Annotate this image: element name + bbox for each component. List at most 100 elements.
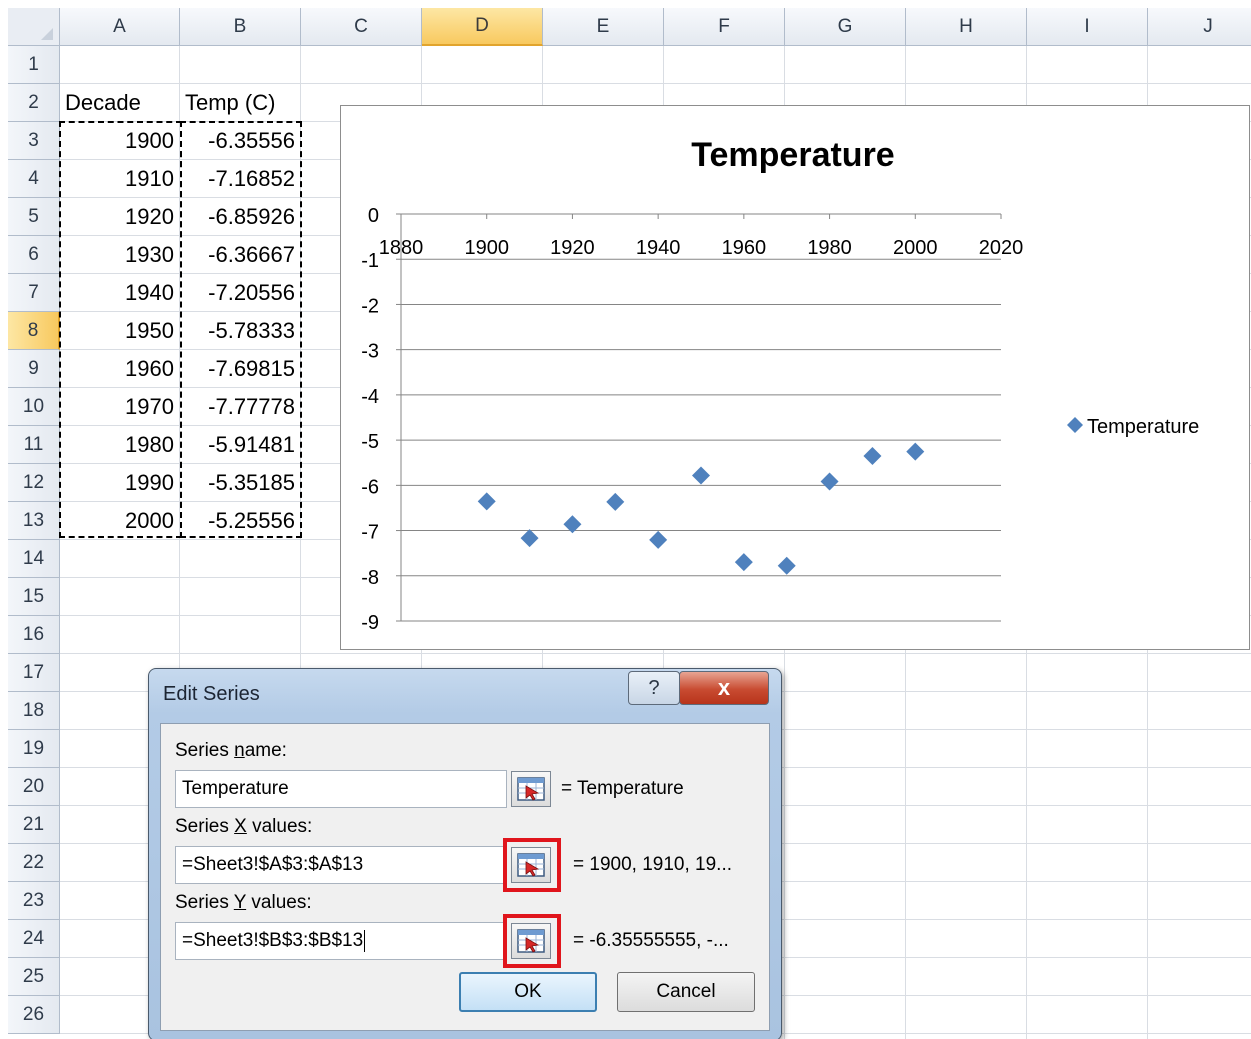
series-name-collapse-button[interactable] xyxy=(511,771,551,807)
series-y-collapse-button[interactable] xyxy=(511,923,551,959)
close-button[interactable]: x xyxy=(679,671,769,705)
row-header-16[interactable]: 16 xyxy=(8,616,60,654)
cell-b11[interactable]: -5.91481 xyxy=(180,426,301,464)
row-header-11[interactable]: 11 xyxy=(8,426,60,464)
cell-b2[interactable]: Temp (C) xyxy=(180,84,301,122)
select-all-corner[interactable] xyxy=(8,8,60,46)
column-header-i[interactable]: I xyxy=(1027,8,1148,46)
ok-button[interactable]: OK xyxy=(459,972,597,1012)
data-point-marker xyxy=(477,492,496,511)
y-tick-label: -8 xyxy=(361,567,379,589)
row-header-9[interactable]: 9 xyxy=(8,350,60,388)
x-tick-label: 1940 xyxy=(636,237,681,259)
column-header-d[interactable]: D xyxy=(422,8,543,46)
series-x-input[interactable]: =Sheet3!$A$3:$A$13 xyxy=(175,846,507,884)
data-point-marker xyxy=(692,466,710,485)
dialog-body: Series name: Temperature = Temperature S xyxy=(160,723,770,1031)
row-header-2[interactable]: 2 xyxy=(8,84,60,122)
cell-b3[interactable]: -6.35556 xyxy=(180,122,301,160)
y-tick-label: -5 xyxy=(361,431,379,453)
row-header-26[interactable]: 26 xyxy=(8,996,60,1034)
row-header-14[interactable]: 14 xyxy=(8,540,60,578)
row-header-1[interactable]: 1 xyxy=(8,46,60,84)
column-header-e[interactable]: E xyxy=(543,8,664,46)
data-point-marker xyxy=(777,556,796,575)
cell-a6[interactable]: 1930 xyxy=(60,236,180,274)
cell-b7[interactable]: -7.20556 xyxy=(180,274,301,312)
cell-a5[interactable]: 1920 xyxy=(60,198,180,236)
series-y-preview: = -6.35555555, -... xyxy=(573,930,729,951)
cell-b6[interactable]: -6.36667 xyxy=(180,236,301,274)
cell-a12[interactable]: 1990 xyxy=(60,464,180,502)
series-name-input[interactable]: Temperature xyxy=(175,770,507,808)
row-header-7[interactable]: 7 xyxy=(8,274,60,312)
series-y-input[interactable]: =Sheet3!$B$3:$B$13 xyxy=(175,922,507,960)
data-point-marker xyxy=(906,442,925,461)
data-point-marker xyxy=(520,529,539,548)
help-button[interactable]: ? xyxy=(628,671,680,705)
row-header-13[interactable]: 13 xyxy=(8,502,60,540)
y-tick-label: -4 xyxy=(361,386,379,408)
cancel-button[interactable]: Cancel xyxy=(617,972,755,1012)
data-point-marker xyxy=(820,472,839,491)
row-header-20[interactable]: 20 xyxy=(8,768,60,806)
spreadsheet-grid[interactable]: ABCDEFGHIJ 1 2 3 4 5 6 7 8 9 10 11 12 13 14 15 16 17 18 19… xyxy=(8,8,1251,1039)
edit-series-dialog[interactable]: Edit Series ? x Series name: Temperature xyxy=(148,668,782,1039)
row-header-21[interactable]: 21 xyxy=(8,806,60,844)
range-select-icon xyxy=(517,929,545,953)
scatter-chart[interactable]: Temperature 0 -1 -2 -3 -4 -5 -6 -7 -8 -9 1880 1900 19… xyxy=(340,105,1250,650)
cell-a13[interactable]: 2000 xyxy=(60,502,180,540)
cell-b13[interactable]: -5.25556 xyxy=(180,502,301,540)
row-header-12[interactable]: 12 xyxy=(8,464,60,502)
row-header-23[interactable]: 23 xyxy=(8,882,60,920)
row-header-15[interactable]: 15 xyxy=(8,578,60,616)
cell-a7[interactable]: 1940 xyxy=(60,274,180,312)
cell-a4[interactable]: 1910 xyxy=(60,160,180,198)
x-tick-label: 1960 xyxy=(722,237,767,259)
row-header-24[interactable]: 24 xyxy=(8,920,60,958)
cell-a10[interactable]: 1970 xyxy=(60,388,180,426)
series-x-collapse-button[interactable] xyxy=(511,847,551,883)
cell-a9[interactable]: 1960 xyxy=(60,350,180,388)
data-point-marker xyxy=(863,447,882,466)
y-tick-label: -9 xyxy=(361,612,379,634)
row-header-10[interactable]: 10 xyxy=(8,388,60,426)
row-header-18[interactable]: 18 xyxy=(8,692,60,730)
row-header-6[interactable]: 6 xyxy=(8,236,60,274)
column-header-j[interactable]: J xyxy=(1148,8,1251,46)
cell-b10[interactable]: -7.77778 xyxy=(180,388,301,426)
close-icon: x xyxy=(717,675,731,700)
cell-a2[interactable]: Decade xyxy=(60,84,180,122)
column-header-a[interactable]: A xyxy=(60,8,180,46)
row-header-5[interactable]: 5 xyxy=(8,198,60,236)
row-header-17[interactable]: 17 xyxy=(8,654,60,692)
cell-b8[interactable]: -5.78333 xyxy=(180,312,301,350)
cell-b12[interactable]: -5.35185 xyxy=(180,464,301,502)
cell-a11[interactable]: 1980 xyxy=(60,426,180,464)
data-point-marker xyxy=(734,553,753,572)
row-header-22[interactable]: 22 xyxy=(8,844,60,882)
x-tick-label: 1920 xyxy=(550,237,595,259)
data-point-marker xyxy=(606,492,625,511)
range-select-icon xyxy=(517,853,545,877)
row-header-25[interactable]: 25 xyxy=(8,958,60,996)
series-x-preview: = 1900, 1910, 19... xyxy=(573,854,732,875)
column-header-h[interactable]: H xyxy=(906,8,1027,46)
column-header-f[interactable]: F xyxy=(664,8,785,46)
cell-b9[interactable]: -7.69815 xyxy=(180,350,301,388)
y-tick-label: 0 xyxy=(368,205,379,227)
row-header-3[interactable]: 3 xyxy=(8,122,60,160)
column-header-b[interactable]: B xyxy=(180,8,301,46)
cell-b4[interactable]: -7.16852 xyxy=(180,160,301,198)
column-header-g[interactable]: G xyxy=(785,8,906,46)
column-header-c[interactable]: C xyxy=(301,8,422,46)
cell-a8[interactable]: 1950 xyxy=(60,312,180,350)
series-x-label: Series X values: xyxy=(175,816,313,837)
row-header-8[interactable]: 8 xyxy=(8,312,60,350)
row-header-19[interactable]: 19 xyxy=(8,730,60,768)
series-name-label: Series name: xyxy=(175,740,287,761)
cell-b5[interactable]: -6.85926 xyxy=(180,198,301,236)
row-header-4[interactable]: 4 xyxy=(8,160,60,198)
x-tick-label: 2020 xyxy=(979,237,1024,259)
cell-a3[interactable]: 1900 xyxy=(60,122,180,160)
